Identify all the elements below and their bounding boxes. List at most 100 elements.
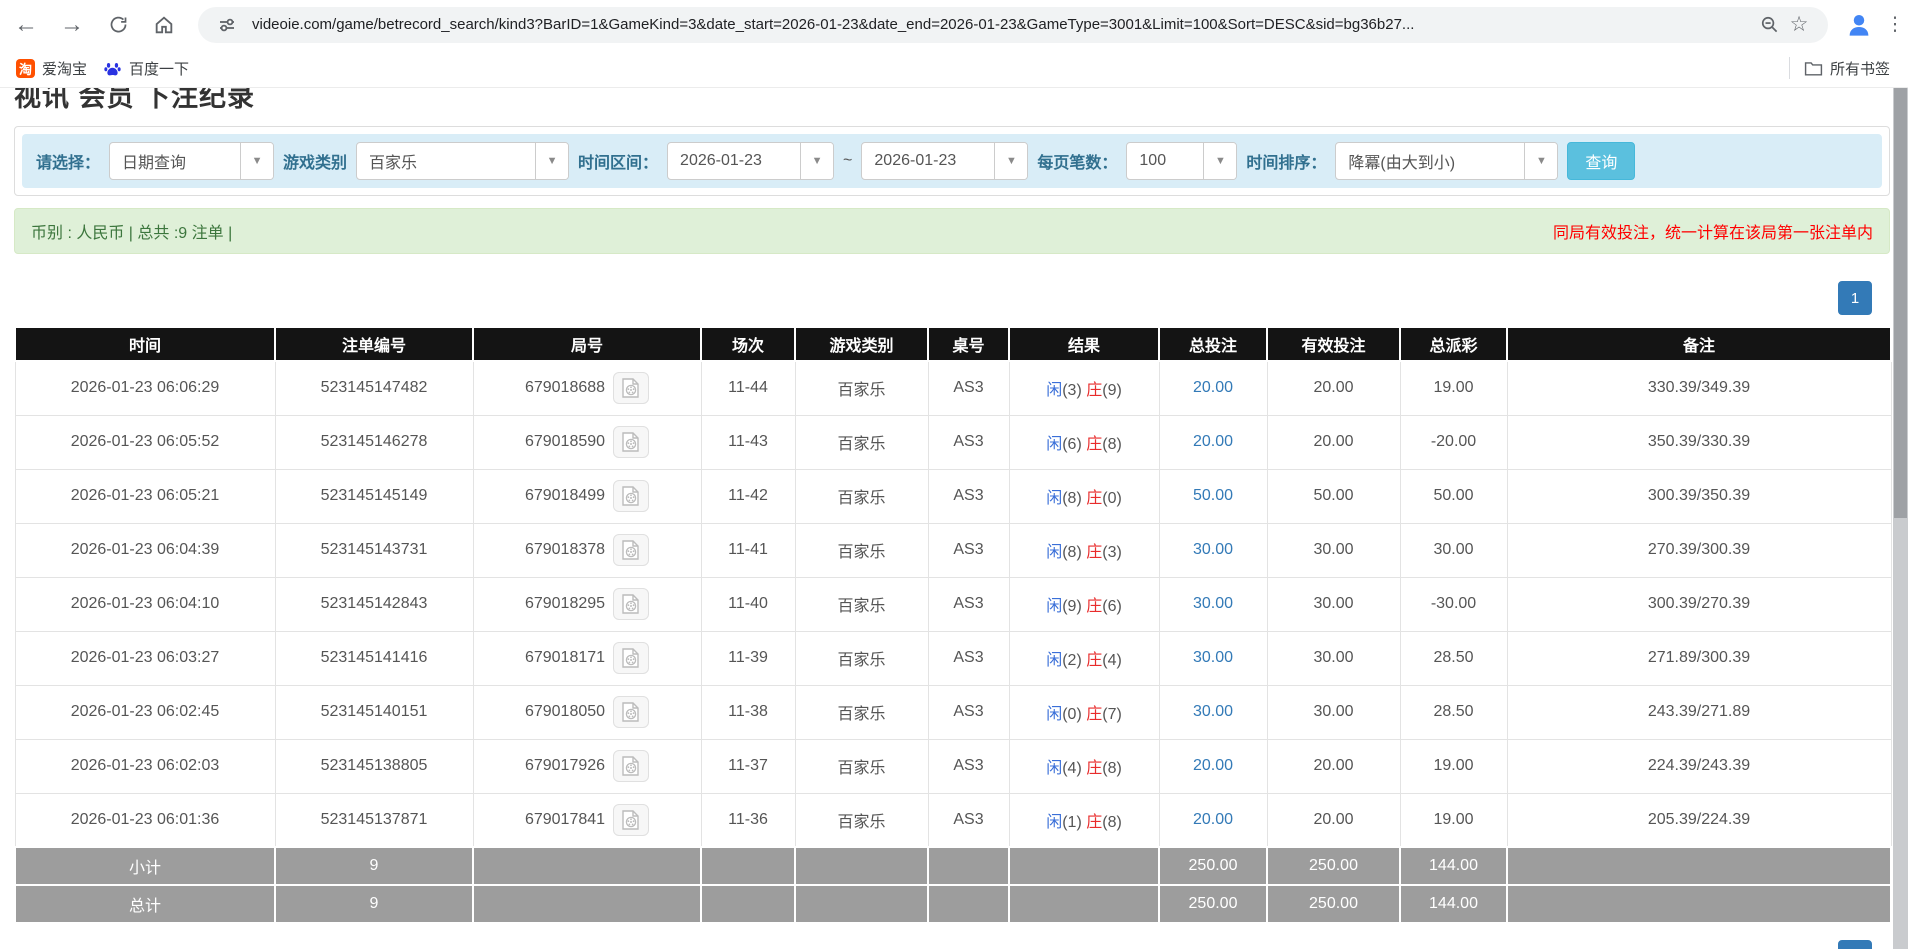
subtotal-row-cell-6 (1009, 847, 1159, 885)
sort-select[interactable]: 降冪(由大到小) ▼ (1335, 142, 1558, 180)
page-size-select[interactable]: 100 ▼ (1126, 142, 1237, 180)
subtotal-row-cell-5 (928, 847, 1009, 885)
game-type-value: 百家乐 (357, 143, 535, 179)
video-file-icon (620, 810, 642, 830)
chevron-down-icon: ▼ (994, 143, 1027, 179)
table-header-row: 时间注单编号局号场次游戏类别桌号结果总投注有效投注总派彩备注 (15, 327, 1891, 361)
column-header-6: 结果 (1009, 327, 1159, 361)
tune-icon[interactable] (212, 10, 242, 40)
game-type-select[interactable]: 百家乐 ▼ (356, 142, 569, 180)
cell-game-type: 百家乐 (795, 631, 928, 685)
result-player-label: 闲 (1046, 436, 1062, 453)
cell-total-bet[interactable]: 20.00 (1159, 793, 1267, 847)
table-row: 2026-01-23 06:02:03523145138805679017926… (15, 739, 1891, 793)
total-bet-link[interactable]: 30.00 (1193, 595, 1233, 612)
result-player-label: 闲 (1046, 760, 1062, 777)
page-title-text: 视讯 会员 下注纪录 (14, 88, 614, 121)
video-replay-button[interactable] (613, 534, 649, 566)
total-bet-link[interactable]: 50.00 (1193, 487, 1233, 504)
profile-avatar[interactable] (1842, 8, 1876, 42)
cell-session: 11-41 (701, 523, 795, 577)
url-text[interactable]: videoie.com/game/betrecord_search/kind3?… (252, 16, 1754, 33)
cell-session: 11-38 (701, 685, 795, 739)
subtotal-row-cell-10 (1507, 847, 1891, 885)
cell-time: 2026-01-23 06:01:36 (15, 793, 275, 847)
cell-bet-id: 523145147482 (275, 361, 473, 415)
browser-scrollbar[interactable] (1893, 88, 1908, 949)
video-replay-button[interactable] (613, 696, 649, 728)
cell-session: 11-36 (701, 793, 795, 847)
video-replay-button[interactable] (613, 588, 649, 620)
cell-time: 2026-01-23 06:04:39 (15, 523, 275, 577)
bookmark-label: 爱淘宝 (42, 58, 87, 79)
total-bet-link[interactable]: 30.00 (1193, 703, 1233, 720)
video-replay-button[interactable] (613, 480, 649, 512)
total-bet-link[interactable]: 20.00 (1193, 757, 1233, 774)
cell-total-bet[interactable]: 50.00 (1159, 469, 1267, 523)
video-replay-button[interactable] (613, 372, 649, 404)
result-player-value: (9) (1062, 598, 1086, 615)
cell-total-bet[interactable]: 20.00 (1159, 415, 1267, 469)
pagination-page-1-top[interactable]: 1 (1838, 281, 1872, 315)
result-banker-label: 庄 (1086, 652, 1102, 669)
pagination-page-1-bottom[interactable]: 1 (1838, 940, 1872, 949)
cell-total-bet[interactable]: 30.00 (1159, 685, 1267, 739)
round-id-value: 679017926 (525, 757, 605, 775)
video-replay-button[interactable] (613, 642, 649, 674)
search-button[interactable]: 查询 (1567, 142, 1635, 180)
zoom-icon[interactable] (1754, 10, 1784, 40)
result-banker-label: 庄 (1086, 544, 1102, 561)
scrollbar-thumb[interactable] (1894, 88, 1907, 518)
total-bet-link[interactable]: 20.00 (1193, 433, 1233, 450)
video-replay-button[interactable] (613, 426, 649, 458)
baidu-paw-icon (103, 59, 122, 78)
cell-total-bet[interactable]: 20.00 (1159, 739, 1267, 793)
browser-menu-icon[interactable]: ⋮ (1882, 8, 1908, 42)
subtotal-row-cell-0: 小计 (15, 847, 275, 885)
address-bar[interactable]: videoie.com/game/betrecord_search/kind3?… (198, 7, 1828, 43)
home-icon[interactable] (144, 5, 184, 45)
total-row-cell-5 (928, 885, 1009, 923)
date-start-select[interactable]: 2026-01-23 ▼ (667, 142, 834, 180)
result-player-value: (8) (1062, 490, 1086, 507)
result-banker-label: 庄 (1086, 814, 1102, 831)
subtotal-row-cell-2 (473, 847, 701, 885)
select-type-label: 请选择： (36, 149, 100, 173)
cell-table-no: AS3 (928, 577, 1009, 631)
cell-note: 224.39/243.39 (1507, 739, 1891, 793)
total-bet-link[interactable]: 20.00 (1193, 811, 1233, 828)
cell-total-bet[interactable]: 30.00 (1159, 631, 1267, 685)
back-icon[interactable]: ← (6, 5, 46, 45)
total-bet-link[interactable]: 20.00 (1193, 379, 1233, 396)
cell-result: 闲(2) 庄(4) (1009, 631, 1159, 685)
video-file-icon (620, 648, 642, 668)
cell-session: 11-44 (701, 361, 795, 415)
bookmark-taobao[interactable]: 淘 爱淘宝 (16, 58, 87, 79)
cell-round-id: 679017841 (473, 793, 701, 847)
total-bet-link[interactable]: 30.00 (1193, 541, 1233, 558)
total-bet-link[interactable]: 30.00 (1193, 649, 1233, 666)
cell-time: 2026-01-23 06:05:21 (15, 469, 275, 523)
bookmark-baidu[interactable]: 百度一下 (103, 58, 189, 79)
cell-total-bet[interactable]: 30.00 (1159, 523, 1267, 577)
video-replay-button[interactable] (613, 804, 649, 836)
date-range-tilde: ~ (843, 152, 852, 170)
refresh-icon[interactable] (98, 5, 138, 45)
cell-payout: 28.50 (1400, 631, 1507, 685)
forward-icon[interactable]: → (52, 5, 92, 45)
query-type-select[interactable]: 日期查询 ▼ (109, 142, 274, 180)
summary-warning-text: 同局有效投注，统一计算在该局第一张注单内 (1553, 219, 1873, 243)
all-bookmarks-button[interactable]: 所有书签 (1804, 58, 1890, 79)
cell-bet-id: 523145141416 (275, 631, 473, 685)
round-id-value: 679018378 (525, 541, 605, 559)
cell-bet-id: 523145137871 (275, 793, 473, 847)
column-header-10: 备注 (1507, 327, 1891, 361)
bookmark-star-icon[interactable]: ☆ (1784, 10, 1814, 40)
date-end-select[interactable]: 2026-01-23 ▼ (861, 142, 1028, 180)
browser-toolbar: ← → videoie.com/game/betrecord_search/ki… (0, 0, 1908, 49)
chevron-down-icon: ▼ (1524, 143, 1557, 179)
cell-total-bet[interactable]: 20.00 (1159, 361, 1267, 415)
cell-payout: -20.00 (1400, 415, 1507, 469)
cell-total-bet[interactable]: 30.00 (1159, 577, 1267, 631)
video-replay-button[interactable] (613, 750, 649, 782)
